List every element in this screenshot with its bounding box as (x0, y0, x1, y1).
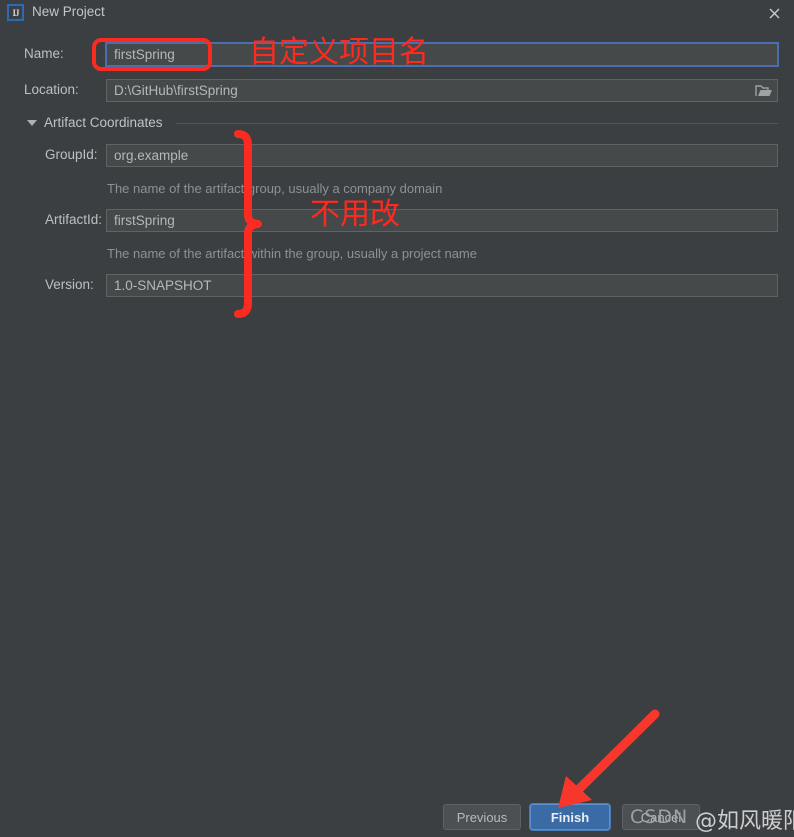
finish-button[interactable]: Finish (530, 804, 610, 830)
artifact-id-label: ArtifactId: (45, 212, 103, 227)
new-project-dialog: IJ New Project Name: Location: Artifact … (0, 0, 794, 837)
name-field-highlight-box (92, 38, 212, 71)
artifact-coordinates-toggle[interactable]: Artifact Coordinates (27, 115, 163, 130)
location-label: Location: (24, 82, 79, 97)
version-label: Version: (45, 277, 94, 292)
group-id-input[interactable] (106, 144, 778, 167)
section-divider (176, 123, 778, 124)
window-title: New Project (32, 4, 105, 19)
artifact-annotation-text: 不用改 (310, 197, 400, 232)
artifact-id-hint: The name of the artifact within the grou… (107, 246, 477, 261)
close-icon[interactable] (762, 2, 786, 24)
intellij-idea-icon: IJ (7, 4, 24, 21)
group-id-label: GroupId: (45, 147, 98, 162)
title-bar: IJ New Project (0, 0, 794, 26)
artifact-id-input[interactable] (106, 209, 778, 232)
version-input[interactable] (106, 274, 778, 297)
group-id-hint: The name of the artifact group, usually … (107, 181, 443, 196)
watermark-handle: @如风暖阳 (695, 809, 794, 834)
finish-button-arrow (558, 709, 660, 808)
folder-open-icon[interactable] (755, 84, 773, 98)
previous-button[interactable]: Previous (443, 804, 521, 830)
chevron-down-icon (27, 119, 37, 126)
name-annotation-text: 自定义项目名 (249, 35, 429, 70)
artifact-coordinates-label: Artifact Coordinates (44, 115, 163, 130)
watermark-brand: CSDN (630, 806, 689, 828)
name-label: Name: (24, 46, 64, 61)
location-input[interactable] (106, 79, 778, 102)
